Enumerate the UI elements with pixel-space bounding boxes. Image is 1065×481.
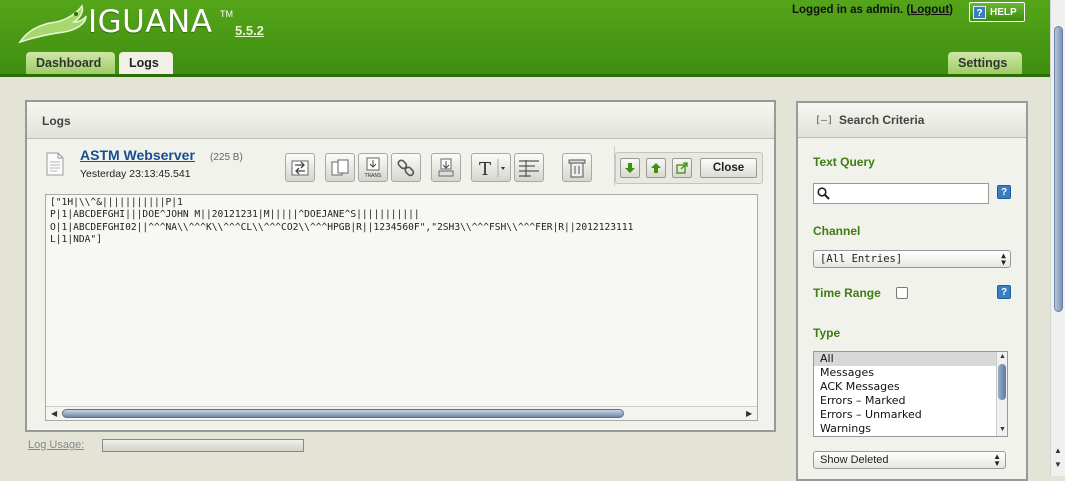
- external-link-icon: [676, 162, 688, 174]
- link-button[interactable]: [391, 153, 421, 182]
- open-external-button[interactable]: [672, 158, 692, 178]
- search-criteria-panel: [–] Search Criteria Text Query ? Channel…: [796, 101, 1028, 481]
- search-criteria-title: Search Criteria: [839, 113, 925, 127]
- logged-in-prefix: Logged in as admin. (: [792, 4, 911, 16]
- page-scrollbar[interactable]: ▲ ▼: [1050, 0, 1065, 476]
- type-option-ack-messages[interactable]: ACK Messages: [814, 380, 1007, 394]
- text-query-label: Text Query: [813, 155, 875, 169]
- help-icon: ?: [973, 5, 986, 19]
- download-icon: [438, 158, 454, 176]
- logs-panel-header: Logs: [27, 102, 774, 139]
- logged-in-status: Logged in as admin. (Logout): [792, 4, 953, 16]
- help-button[interactable]: ? HELP: [969, 2, 1025, 22]
- scroll-up-arrow-icon[interactable]: ▲: [999, 353, 1006, 360]
- show-deleted-value: Show Deleted: [820, 454, 889, 466]
- scroll-down-arrow-icon[interactable]: ▼: [1054, 460, 1062, 469]
- delete-icon: [568, 159, 586, 177]
- arrow-up-icon: [651, 163, 661, 173]
- type-label: Type: [813, 326, 841, 340]
- logs-panel: Logs ASTM Webserver (225 B) Yesterday 23…: [25, 100, 776, 432]
- copy-button[interactable]: [325, 153, 355, 182]
- help-label: HELP: [990, 6, 1017, 18]
- text-format-glyph: T: [479, 159, 491, 178]
- message-line: P|1|ABCDEFGHI|||DOE^JOHN M||20121231|M||…: [50, 209, 420, 221]
- log-usage-link[interactable]: Log Usage:: [28, 439, 84, 451]
- type-option-warnings[interactable]: Warnings: [814, 422, 1007, 436]
- channel-label: Channel: [813, 224, 861, 238]
- channel-name-link[interactable]: ASTM Webserver: [80, 147, 195, 163]
- document-icon: [46, 152, 64, 176]
- select-arrows-icon: ▲ ▼: [1001, 251, 1006, 267]
- time-range-label: Time Range: [813, 286, 881, 300]
- type-option-messages[interactable]: Messages: [814, 366, 1007, 380]
- close-button[interactable]: Close: [700, 158, 757, 178]
- brand-name: IGUANA: [88, 4, 213, 40]
- message-size: (225 B): [210, 152, 243, 163]
- trans-icon-label: TRANS: [364, 173, 382, 179]
- iguana-logo-icon: [18, 4, 87, 44]
- trademark: TM: [220, 9, 233, 19]
- export-button[interactable]: [285, 153, 315, 182]
- previous-message-button[interactable]: [646, 158, 666, 178]
- message-line: ["1H|\\^&|||||||||||P|1: [50, 197, 183, 208]
- collapse-toggle[interactable]: [–]: [815, 115, 833, 126]
- arrow-down-icon: [625, 163, 635, 173]
- logs-panel-title: Logs: [42, 114, 71, 128]
- tab-dashboard[interactable]: Dashboard: [26, 52, 115, 75]
- horizontal-scrollbar-thumb[interactable]: [62, 409, 624, 418]
- time-range-checkbox[interactable]: [896, 287, 908, 299]
- type-list-scrollbar-thumb[interactable]: [998, 364, 1006, 400]
- export-icon: [291, 160, 309, 175]
- next-message-button[interactable]: [620, 158, 640, 178]
- message-navigation: Close: [615, 152, 763, 184]
- text-format-dropdown[interactable]: T: [471, 153, 511, 182]
- search-criteria-header: [–] Search Criteria: [798, 103, 1026, 138]
- channel-select-value: [All Entries]: [820, 253, 903, 265]
- wrap-text-icon: [519, 159, 539, 177]
- type-option-errors-marked[interactable]: Errors – Marked: [814, 394, 1007, 408]
- select-arrows-icon: ▲ ▼: [993, 452, 1001, 468]
- message-timestamp: Yesterday 23:13:45.541: [80, 168, 191, 180]
- type-list-scrollbar[interactable]: ▲ ▼: [996, 352, 1007, 436]
- logout-link[interactable]: Logout: [910, 4, 949, 16]
- app-header: IGUANA TM 5.5.2 Logged in as admin. (Log…: [0, 0, 1065, 77]
- download-button[interactable]: [431, 153, 461, 182]
- scroll-right-arrow-icon[interactable]: ▶: [746, 409, 752, 418]
- channel-select[interactable]: [All Entries] ▲ ▼: [813, 250, 1011, 268]
- tab-settings[interactable]: Settings: [948, 52, 1022, 75]
- text-format-icon: T: [479, 158, 505, 178]
- message-line: O|1|ABCDEFGHI02||^^^NA\\^^^K\\^^^CL\\^^^…: [50, 221, 634, 233]
- text-query-input[interactable]: [813, 183, 989, 204]
- message-line: L|1|NDA"]: [50, 234, 102, 246]
- header-divider: [0, 74, 1065, 77]
- scroll-up-arrow-icon[interactable]: ▲: [1054, 446, 1062, 455]
- copy-icon: [331, 159, 349, 175]
- search-icon: [817, 187, 830, 200]
- message-viewer[interactable]: ["1H|\\^&|||||||||||P|1 P|1|ABCDEFGHI|||D…: [45, 194, 758, 421]
- wrap-text-button[interactable]: [514, 153, 544, 182]
- delete-button[interactable]: [562, 153, 592, 182]
- type-option-errors-unmarked[interactable]: Errors – Unmarked: [814, 408, 1007, 422]
- log-usage-bar: [102, 439, 304, 452]
- text-query-help-icon[interactable]: ?: [997, 185, 1011, 199]
- logged-in-suffix: ): [949, 4, 953, 16]
- show-deleted-select[interactable]: Show Deleted ▲ ▼: [813, 451, 1006, 469]
- scroll-down-arrow-icon[interactable]: ▼: [999, 426, 1006, 433]
- time-range-help-icon[interactable]: ?: [997, 285, 1011, 299]
- message-text: ["1H|\\^&|||||||||||P|1 P|1|ABCDEFGHI|||D…: [50, 197, 633, 247]
- type-option-all[interactable]: All: [814, 352, 1007, 366]
- horizontal-scrollbar[interactable]: ◀ ▶: [46, 406, 757, 420]
- page-scrollbar-thumb[interactable]: [1054, 26, 1063, 312]
- version-link[interactable]: 5.5.2: [235, 23, 264, 38]
- type-listbox[interactable]: All Messages ACK Messages Errors – Marke…: [813, 351, 1008, 437]
- trans-button[interactable]: TRANS: [358, 153, 388, 182]
- scroll-left-arrow-icon[interactable]: ◀: [51, 409, 57, 418]
- trans-icon: TRANS: [364, 157, 382, 179]
- link-icon: [397, 158, 415, 176]
